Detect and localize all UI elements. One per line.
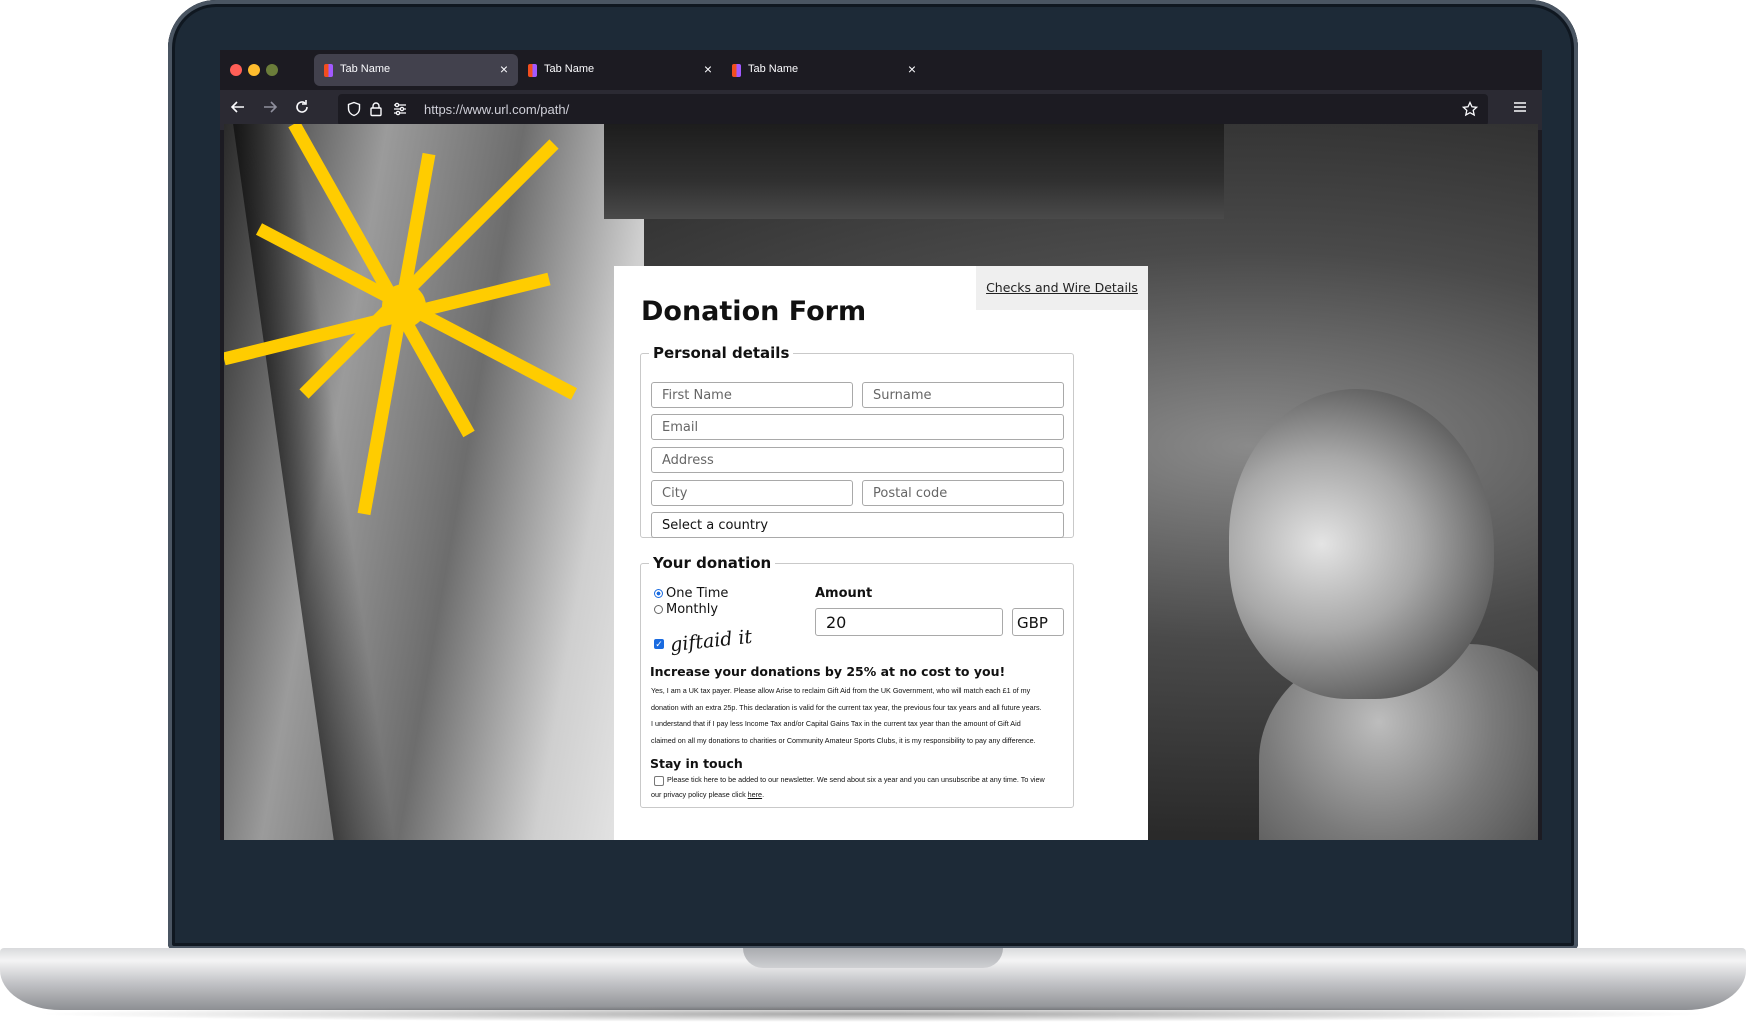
currency-select[interactable]: GBP xyxy=(1012,608,1064,636)
page-title: Donation Form xyxy=(641,296,867,327)
reload-icon[interactable] xyxy=(294,98,310,120)
one-time-label: One Time xyxy=(666,586,729,601)
giftaid-checkbox[interactable]: ✓ xyxy=(654,639,664,649)
amount-input[interactable]: 20 xyxy=(815,608,1003,636)
shield-icon[interactable] xyxy=(346,100,362,122)
country-select[interactable]: Select a country xyxy=(651,512,1064,538)
radio-unchecked-icon[interactable] xyxy=(654,605,663,614)
declaration-line: claimed on all my donations to charities… xyxy=(651,735,1036,745)
tab-label: Tab Name xyxy=(340,63,391,75)
email-field[interactable]: Email xyxy=(651,414,1064,440)
monthly-label: Monthly xyxy=(666,602,719,617)
tab-3[interactable]: Tab Name × xyxy=(722,54,926,86)
arrow-left-icon[interactable] xyxy=(230,98,246,120)
window-minimize-dot[interactable] xyxy=(248,64,260,76)
personal-details-section: Personal details xyxy=(640,344,1074,538)
tab-2[interactable]: Tab Name × xyxy=(518,54,722,86)
newsletter-suffix: . xyxy=(762,790,765,799)
tab-1[interactable]: Tab Name × xyxy=(314,54,518,86)
lock-icon[interactable] xyxy=(368,100,384,122)
figma-favicon-icon xyxy=(528,64,537,77)
newsletter-prefix: our privacy policy please click xyxy=(651,790,748,799)
tab-label: Tab Name xyxy=(544,63,595,75)
sliders-icon[interactable] xyxy=(392,100,408,122)
monthly-radio[interactable]: Monthly xyxy=(654,602,718,617)
tab-label: Tab Name xyxy=(748,63,799,75)
close-icon[interactable]: × xyxy=(908,61,916,77)
declaration-line: donation with an extra 25p. This declara… xyxy=(651,702,1042,712)
star-icon[interactable] xyxy=(1461,100,1479,122)
privacy-policy-link[interactable]: here xyxy=(748,790,762,799)
first-name-field[interactable]: First Name xyxy=(651,382,853,408)
page-viewport: Checks and Wire Details Donation Form Pe… xyxy=(224,124,1538,840)
your-donation-legend: Your donation xyxy=(653,554,772,572)
arrow-right-icon[interactable] xyxy=(262,98,278,120)
giftaid-declaration: Yes, I am a UK tax payer. Please allow A… xyxy=(651,683,1071,749)
starburst-decoration xyxy=(224,124,578,516)
surname-field[interactable]: Surname xyxy=(862,382,1064,408)
laptop-shadow xyxy=(30,1006,1716,1022)
stay-in-touch-heading: Stay in touch xyxy=(650,756,743,771)
laptop-notch xyxy=(743,948,1003,968)
background-photo-child-head xyxy=(1229,389,1494,699)
figma-favicon-icon xyxy=(732,64,741,77)
address-field[interactable]: Address xyxy=(651,447,1064,473)
one-time-radio[interactable]: One Time xyxy=(654,586,728,601)
figma-favicon-icon xyxy=(324,64,333,77)
donation-form-panel: Checks and Wire Details Donation Form Pe… xyxy=(614,266,1148,840)
window-close-dot[interactable] xyxy=(230,64,242,76)
personal-details-legend: Personal details xyxy=(653,344,790,362)
checks-and-wire-link[interactable]: Checks and Wire Details xyxy=(976,266,1148,310)
url-text: https://www.url.com/path/ xyxy=(424,102,570,117)
window-maximize-dot[interactable] xyxy=(266,64,278,76)
hamburger-menu-icon[interactable] xyxy=(1512,98,1528,120)
radio-checked-icon[interactable] xyxy=(654,589,663,598)
giftaid-heading: Increase your donations by 25% at no cos… xyxy=(650,664,1006,679)
city-field[interactable]: City xyxy=(651,480,853,506)
close-icon[interactable]: × xyxy=(704,61,712,77)
newsletter-checkbox[interactable] xyxy=(654,776,664,786)
postal-code-field[interactable]: Postal code xyxy=(862,480,1064,506)
browser-window: Tab Name × Tab Name × Tab Name × https:/… xyxy=(220,50,1542,840)
declaration-line: I understand that if I pay less Income T… xyxy=(651,719,1021,728)
tab-bar: Tab Name × Tab Name × Tab Name × xyxy=(220,50,1542,90)
amount-label: Amount xyxy=(815,586,873,601)
newsletter-text-line2: our privacy policy please click here. xyxy=(651,787,1071,804)
close-icon[interactable]: × xyxy=(500,61,508,77)
background-photo-top xyxy=(604,124,1224,219)
declaration-line: Yes, I am a UK tax payer. Please allow A… xyxy=(651,686,1031,695)
url-bar[interactable]: https://www.url.com/path/ xyxy=(338,94,1488,126)
